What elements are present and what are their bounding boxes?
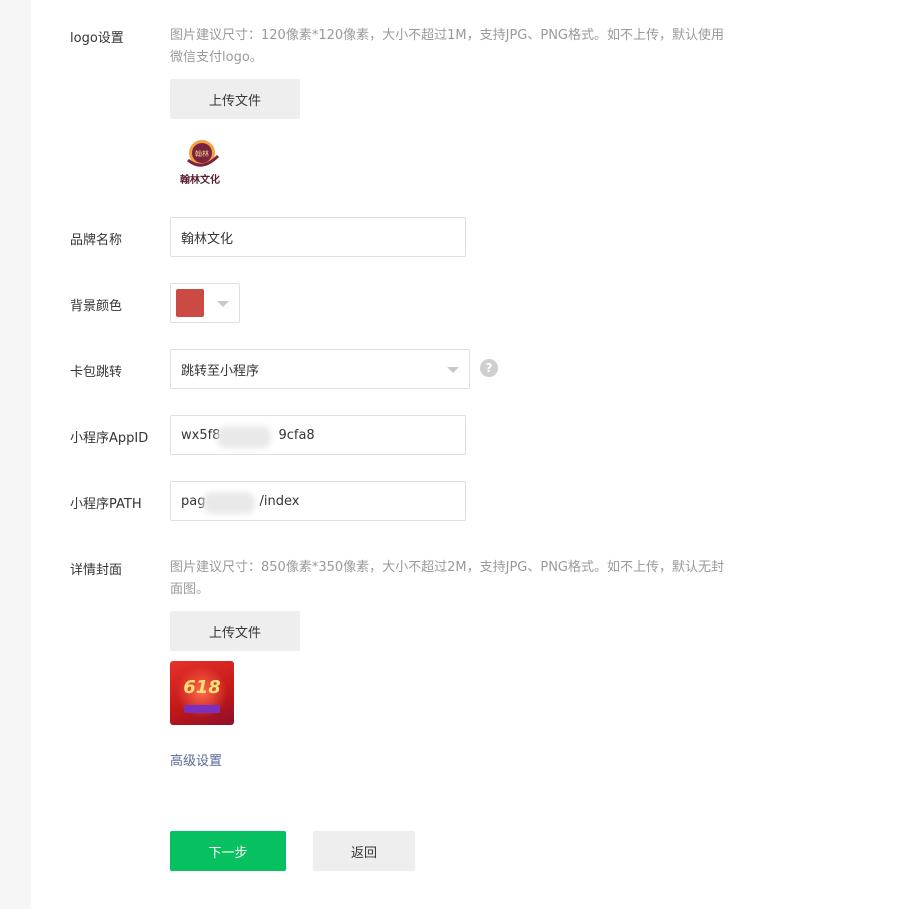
cover-hint: 图片建议尺寸：850像素*350像素，大小不超过2M，支持JPG、PNG格式。如… [170, 560, 724, 597]
logo-emblem-icon: 翰林 [187, 140, 220, 167]
left-rail [0, 0, 31, 909]
card-jump-select[interactable]: 跳转至小程序 [170, 349, 470, 389]
appid-input[interactable]: wx5f8 9cfa8 [170, 415, 466, 455]
logo-preview: 翰林 翰林文化 [178, 136, 228, 186]
card-jump-selected: 跳转至小程序 [181, 363, 260, 379]
back-button[interactable]: 返回 [313, 831, 415, 871]
logo-badge-text: 翰林 [195, 149, 209, 158]
path-value-prefix: pag [181, 493, 206, 509]
appid-label: 小程序AppID [70, 431, 149, 446]
logo-settings-label: logo设置 [70, 31, 124, 46]
cover-label: 详情封面 [70, 563, 123, 578]
logo-upload-button[interactable]: 上传文件 [170, 79, 300, 119]
cover-thumbnail: 618 [170, 661, 234, 725]
bg-color-label: 背景颜色 [70, 299, 123, 314]
brand-name-input[interactable]: 翰林文化 [170, 217, 466, 257]
path-input[interactable]: pag /index [170, 481, 466, 521]
cover-upload-button[interactable]: 上传文件 [170, 611, 300, 651]
appid-value-suffix: 9cfa8 [278, 427, 315, 443]
chevron-down-icon [217, 301, 229, 307]
redaction-blur [203, 492, 255, 514]
redaction-blur [217, 426, 271, 448]
path-value-suffix: /index [259, 493, 300, 509]
logo-brand-text: 翰林文化 [180, 175, 220, 186]
advanced-settings-link[interactable]: 高级设置 [170, 750, 222, 769]
brand-name-label: 品牌名称 [70, 233, 123, 248]
color-swatch [176, 289, 204, 317]
next-step-button[interactable]: 下一步 [170, 831, 286, 871]
appid-value-prefix: wx5f8 [181, 427, 221, 443]
brand-name-value: 翰林文化 [181, 231, 234, 247]
logo-hint: 图片建议尺寸：120像素*120像素，大小不超过1M，支持JPG、PNG格式。如… [170, 28, 724, 65]
help-icon[interactable]: ? [480, 359, 498, 377]
path-label: 小程序PATH [70, 497, 142, 512]
card-jump-label: 卡包跳转 [70, 365, 123, 380]
chevron-down-icon [447, 367, 459, 373]
bg-color-picker[interactable] [170, 283, 240, 323]
cover-thumb-text: 618 [183, 677, 221, 698]
